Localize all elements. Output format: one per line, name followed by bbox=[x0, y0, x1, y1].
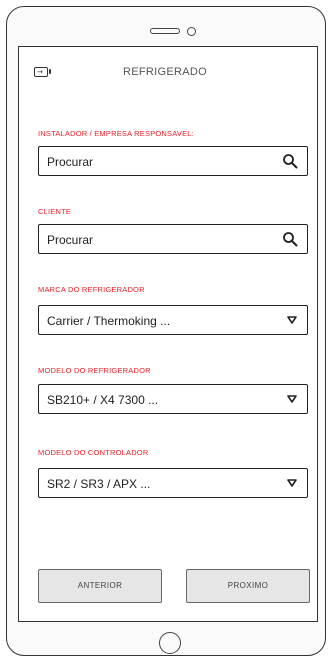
installer-label: INSTALADOR / EMPRESA RESPONSAVEL: bbox=[38, 129, 194, 138]
home-button[interactable] bbox=[159, 632, 181, 654]
search-icon[interactable] bbox=[282, 153, 298, 169]
speaker-icon bbox=[150, 28, 180, 34]
client-search-field[interactable]: Procurar bbox=[38, 224, 308, 254]
brand-select[interactable]: Carrier / Thermoking ... bbox=[38, 305, 308, 335]
back-icon[interactable]: → bbox=[34, 67, 51, 77]
search-icon[interactable] bbox=[282, 231, 298, 247]
page-title: REFRIGERADO bbox=[123, 66, 207, 78]
caret-down-icon bbox=[287, 395, 297, 403]
model-label: MODELO DO REFRIGERADOR bbox=[38, 366, 151, 375]
controller-selected-value: SR2 / SR3 / APX ... bbox=[47, 477, 151, 491]
client-search-value: Procurar bbox=[47, 233, 94, 247]
model-selected-value: SB210+ / X4 7300 ... bbox=[47, 393, 159, 407]
model-select[interactable]: SB210+ / X4 7300 ... bbox=[38, 384, 308, 414]
installer-search-value: Procurar bbox=[47, 155, 94, 169]
brand-label: MARCA DO REFRIGERADOR bbox=[38, 285, 145, 294]
previous-button[interactable]: ANTERIOR bbox=[38, 569, 162, 603]
controller-select[interactable]: SR2 / SR3 / APX ... bbox=[38, 468, 308, 498]
brand-selected-value: Carrier / Thermoking ... bbox=[47, 314, 171, 328]
next-button[interactable]: PROXIMO bbox=[186, 569, 310, 603]
client-label: CLIENTE bbox=[38, 207, 72, 216]
installer-search-field[interactable]: Procurar bbox=[38, 146, 308, 176]
controller-label: MODELO DO CONTROLADOR bbox=[38, 448, 149, 457]
caret-down-icon bbox=[287, 479, 297, 487]
camera-icon bbox=[187, 27, 196, 36]
caret-down-icon bbox=[287, 316, 297, 324]
